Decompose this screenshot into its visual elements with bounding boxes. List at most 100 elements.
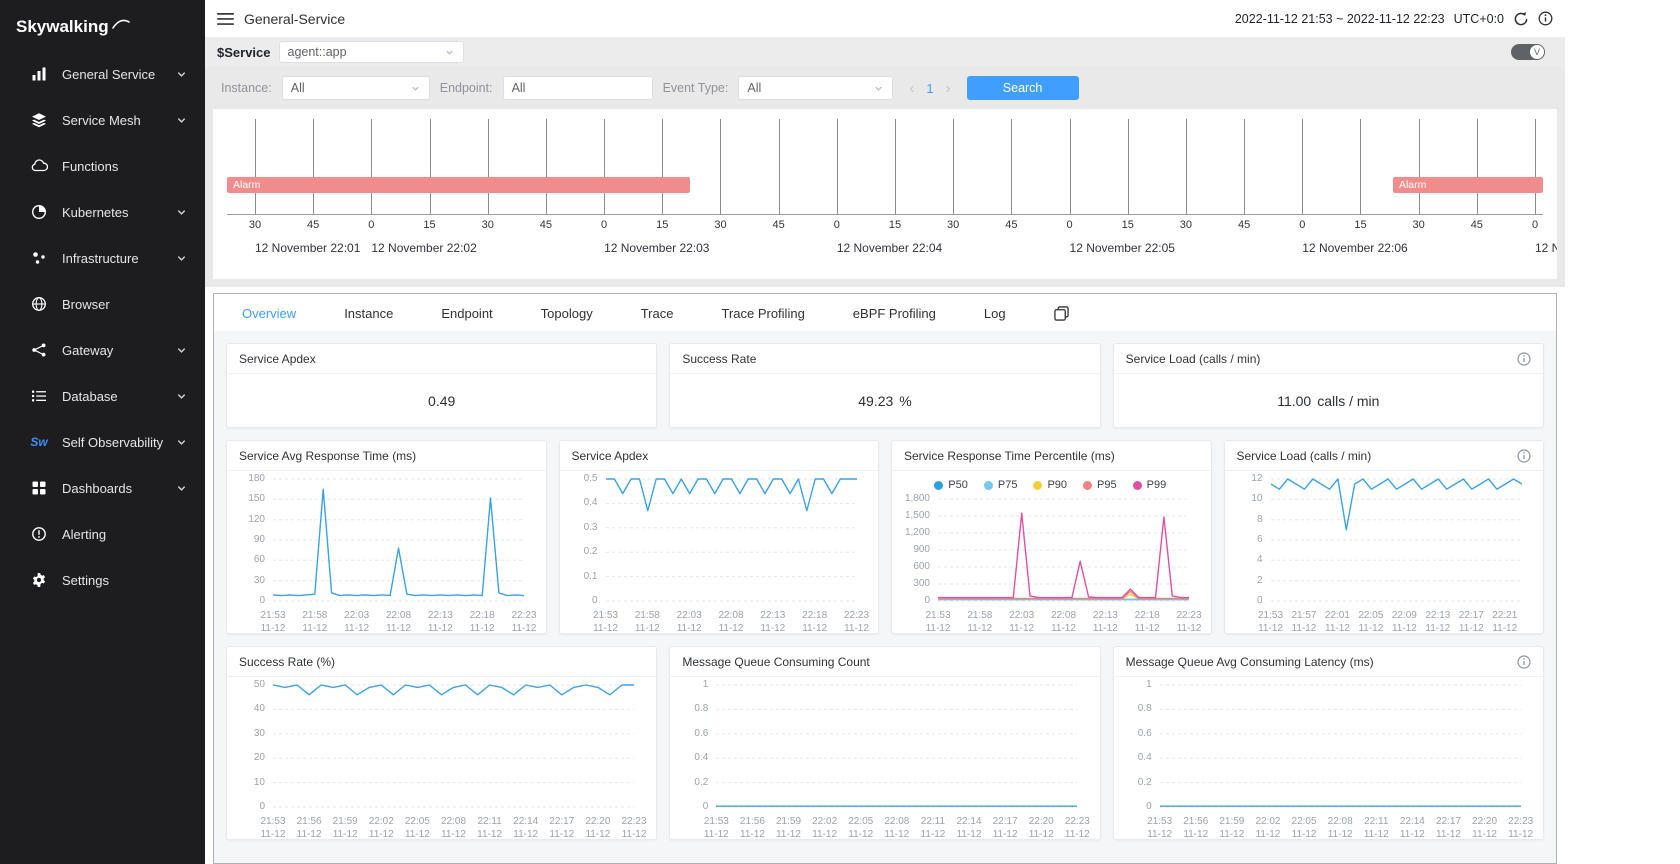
sidebar-item-self-observability[interactable]: SwSelf Observability	[0, 419, 205, 465]
sidebar-item-service-mesh[interactable]: Service Mesh	[0, 97, 205, 143]
sidebar-item-label: Kubernetes	[62, 205, 129, 220]
sidebar-item-browser[interactable]: Browser	[0, 281, 205, 327]
tab-endpoint[interactable]: Endpoint	[441, 306, 492, 321]
x-axis-label: 22:0511-12	[1292, 816, 1317, 840]
chart-canvas	[233, 475, 538, 607]
tab-instance[interactable]: Instance	[344, 306, 393, 321]
x-axis-label: 21:5311-12	[260, 610, 285, 634]
metric-unit: %	[899, 393, 911, 409]
sidebar-item-database[interactable]: Database	[0, 373, 205, 419]
time-range[interactable]: 2022-11-12 21:53 ~ 2022-11-12 22:23	[1235, 12, 1445, 26]
y-axis-label: 10	[1231, 494, 1263, 504]
timeline-tick-labels: 3045015304501530450153045015304501530450	[255, 219, 1535, 234]
legend-item-p95[interactable]: P95	[1083, 479, 1117, 491]
chart-plot: 01020304050	[233, 681, 648, 813]
sidebar-item-general-service[interactable]: General Service	[0, 51, 205, 97]
service-select[interactable]: agent::app	[279, 41, 464, 63]
legend-item-p99[interactable]: P99	[1133, 479, 1167, 491]
y-axis-label: 0	[1231, 596, 1263, 606]
chevron-down-icon	[176, 391, 187, 402]
sidebar-item-label: Functions	[62, 159, 118, 174]
tab-trace[interactable]: Trace	[641, 306, 674, 321]
refresh-icon[interactable]	[1513, 11, 1529, 27]
timeline-date: 12 November 22:01	[255, 241, 360, 255]
x-axis-label: 22:0211-12	[369, 816, 394, 840]
page-number[interactable]: 1	[926, 81, 933, 96]
widget-title: Service Apdex	[572, 449, 649, 463]
y-axis-label: 50	[233, 680, 265, 690]
widget-header: Service Apdex	[560, 441, 879, 471]
sidebar-item-dashboards[interactable]: Dashboards	[0, 465, 205, 511]
timeline-date: 12 November 22:03	[604, 241, 709, 255]
chart-card-message-queue-consuming-count: Message Queue Consuming Count00.20.40.60…	[669, 646, 1100, 840]
widget-gallery-icon[interactable]	[1054, 306, 1069, 321]
timeline-tick: 45	[307, 219, 319, 231]
tab-trace-profiling[interactable]: Trace Profiling	[721, 306, 804, 321]
x-axis-label: 22:2311-12	[511, 610, 536, 634]
x-axis-label: 22:2311-12	[1176, 610, 1201, 634]
x-axis-label: 22:1311-12	[428, 610, 453, 634]
sidebar-item-settings[interactable]: Settings	[0, 557, 205, 603]
legend-item-p75[interactable]: P75	[984, 479, 1018, 491]
timeline-tick: 0	[1299, 219, 1305, 231]
sidebar-item-functions[interactable]: Functions	[0, 143, 205, 189]
timeline-tick: 30	[714, 219, 726, 231]
info-icon[interactable]	[1517, 449, 1531, 463]
chevron-down-icon	[410, 83, 421, 94]
tab-overview[interactable]: Overview	[242, 306, 296, 321]
instance-select[interactable]: All	[282, 76, 430, 100]
chart-plot: 00.20.40.60.81	[676, 681, 1091, 813]
legend-label: P99	[1147, 479, 1167, 491]
filter-bar: Instance: All Endpoint: All Event Type: …	[213, 73, 1557, 103]
timeline-tick: 30	[482, 219, 494, 231]
timezone[interactable]: UTC+0:0	[1454, 12, 1504, 26]
info-icon[interactable]	[1538, 11, 1553, 26]
widget-header: Message Queue Avg Consuming Latency (ms)	[1114, 647, 1543, 677]
logo-swoosh-icon	[112, 17, 130, 31]
sidebar-item-gateway[interactable]: Gateway	[0, 327, 205, 373]
widget-title: Service Apdex	[239, 352, 316, 366]
sidebar-item-infrastructure[interactable]: Infrastructure	[0, 235, 205, 281]
timeline-tick: 0	[601, 219, 607, 231]
x-axis-label: 22:0311-12	[344, 610, 369, 634]
legend-label: P75	[998, 479, 1018, 491]
sidebar-item-alerting[interactable]: Alerting	[0, 511, 205, 557]
metric-number: 11.00	[1277, 393, 1311, 409]
legend-item-p90[interactable]: P90	[1033, 479, 1067, 491]
metric-value: 49.23%	[670, 374, 1099, 427]
sidebar-item-kubernetes[interactable]: Kubernetes	[0, 189, 205, 235]
timeline-tick: 0	[1066, 219, 1072, 231]
endpoint-input[interactable]: All	[503, 76, 653, 100]
timeline-tick: 0	[1532, 219, 1538, 231]
x-axis-label: 22:1411-12	[1400, 816, 1425, 840]
next-page-icon[interactable]: ›	[946, 80, 951, 97]
x-axis-label: 21:5911-12	[776, 816, 801, 840]
gear-icon	[30, 571, 48, 589]
info-icon[interactable]	[1517, 352, 1531, 366]
chart-canvas	[1231, 475, 1536, 607]
info-icon[interactable]	[1517, 655, 1531, 669]
chevron-down-icon	[176, 207, 187, 218]
search-button[interactable]: Search	[967, 76, 1079, 100]
timeline-tick: 30	[947, 219, 959, 231]
x-axis-label: 22:1111-12	[477, 816, 502, 840]
legend-item-p50[interactable]: P50	[934, 479, 968, 491]
charts-row-1: Service Avg Response Time (ms)0306090120…	[226, 440, 1544, 634]
tab-topology[interactable]: Topology	[541, 306, 593, 321]
version-toggle[interactable]: V	[1511, 44, 1545, 60]
x-axis-label: 22:2011-12	[1472, 816, 1497, 840]
instance-label: Instance:	[221, 81, 272, 95]
legend-label: P90	[1047, 479, 1067, 491]
sidebar-item-label: Browser	[62, 297, 110, 312]
event-type-select[interactable]: All	[738, 76, 893, 100]
x-axis-label: 22:0211-12	[812, 816, 837, 840]
prev-page-icon[interactable]: ‹	[909, 80, 914, 97]
menu-toggle-icon[interactable]	[217, 12, 234, 26]
alarm-event-bar[interactable]: Alarm	[1393, 177, 1543, 193]
alarm-event-bar[interactable]: Alarm	[227, 177, 690, 193]
chevron-down-icon	[176, 437, 187, 448]
timeline-tick: 0	[368, 219, 374, 231]
skywalking-logo[interactable]: Skywalking	[0, 0, 205, 51]
tab-ebpf-profiling[interactable]: eBPF Profiling	[853, 306, 936, 321]
tab-log[interactable]: Log	[984, 306, 1006, 321]
